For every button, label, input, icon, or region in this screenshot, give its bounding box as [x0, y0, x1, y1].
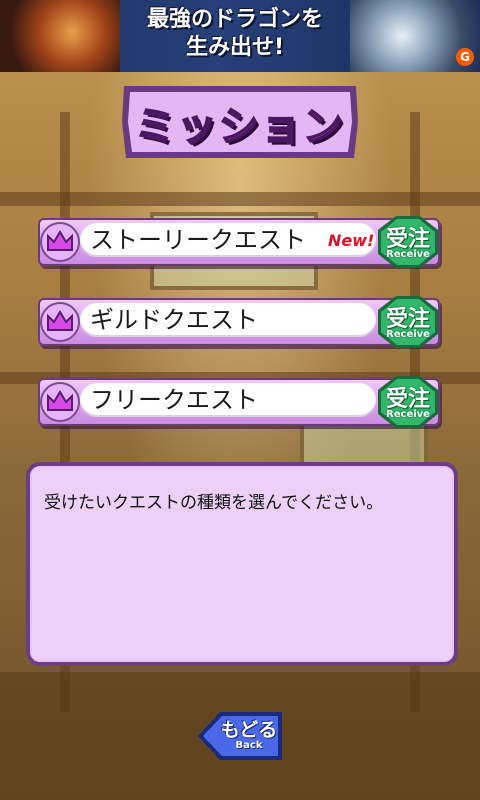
crown-icon	[40, 222, 80, 262]
quest-row-guild[interactable]: ギルドクエスト 受注 Receive	[38, 294, 446, 348]
quest-label: ギルドクエスト	[90, 306, 258, 334]
message-text: 受けたいクエストの種類を選んでください。	[44, 493, 384, 513]
crown-icon	[40, 302, 80, 342]
message-box: 受けたいクエストの種類を選んでください。	[26, 462, 458, 666]
receive-sublabel: Receive	[386, 329, 430, 340]
quest-label: フリークエスト	[90, 386, 258, 414]
receive-button[interactable]: 受注 Receive	[376, 294, 440, 350]
title-plate: ミッション	[118, 82, 362, 162]
back-button[interactable]: もどる Back	[196, 710, 284, 762]
page-title: ミッション	[134, 103, 345, 151]
back-label: もどる	[220, 719, 278, 741]
receive-button[interactable]: 受注 Receive	[376, 374, 440, 430]
quest-row-free[interactable]: フリークエスト 受注 Receive	[38, 374, 446, 428]
receive-sublabel: Receive	[386, 409, 430, 420]
ad-line-2: 生み出せ!	[185, 35, 285, 60]
ad-banner[interactable]: 最強のドラゴンを 生み出せ! G	[0, 0, 480, 72]
background-scene	[0, 72, 480, 800]
quest-label: ストーリークエスト	[90, 226, 306, 254]
receive-sublabel: Receive	[386, 249, 430, 260]
ad-headline: 最強のドラゴンを 生み出せ!	[120, 6, 350, 62]
ad-dragon-image-left	[0, 0, 120, 72]
receive-button[interactable]: 受注 Receive	[376, 214, 440, 270]
back-sublabel: Back	[235, 740, 263, 751]
ad-brand-icon: G	[456, 48, 474, 66]
crown-icon	[40, 382, 80, 422]
ad-line-1: 最強のドラゴンを	[146, 7, 323, 32]
quest-row-story[interactable]: ストーリークエスト New! 受注 Receive	[38, 214, 446, 268]
new-badge: New!	[328, 231, 375, 250]
